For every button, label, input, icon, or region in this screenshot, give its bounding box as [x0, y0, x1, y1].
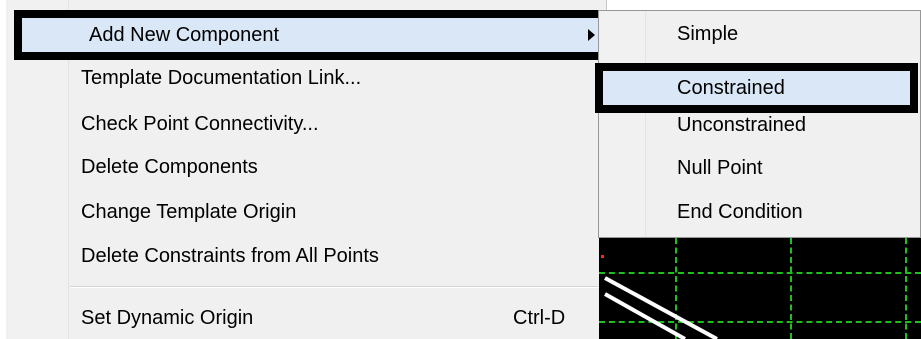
menu-item-template-documentation-link[interactable]: Template Documentation Link...: [6, 58, 606, 98]
context-menu: Add New Component Template Documentation…: [6, 0, 610, 339]
menu-item-label: Delete Constraints from All Points: [81, 244, 379, 267]
menu-item-shortcut: Ctrl-D: [513, 306, 566, 329]
menu-item-delete-components[interactable]: Delete Components: [6, 147, 606, 187]
menu-item-label: Template Documentation Link...: [81, 66, 362, 89]
template-canvas[interactable]: [599, 238, 921, 339]
submenu-item-label: Simple: [677, 22, 739, 45]
menu-separator: [70, 286, 606, 288]
menu-item-check-point-connectivity[interactable]: Check Point Connectivity...: [6, 104, 606, 144]
template-line: [604, 276, 718, 339]
submenu-item-unconstrained[interactable]: Unconstrained: [599, 105, 920, 145]
template-lines: [604, 276, 718, 339]
menu-item-label: Add New Component: [89, 23, 280, 46]
menu-item-set-dynamic-origin[interactable]: Set Dynamic Origin Ctrl-D: [6, 298, 606, 338]
menu-item-label: Change Template Origin: [81, 200, 297, 223]
menu-item-label: Set Dynamic Origin: [81, 306, 254, 329]
submenu-add-new-component: Simple Constrained Unconstrained Null Po…: [595, 10, 921, 238]
menu-item-add-new-component[interactable]: Add New Component: [14, 10, 610, 60]
menu-item-label: Check Point Connectivity...: [81, 112, 319, 135]
submenu-item-label: Null Point: [677, 156, 763, 179]
submenu-item-end-condition[interactable]: End Condition: [599, 192, 920, 232]
submenu-item-label: End Condition: [677, 200, 803, 223]
submenu-item-null-point[interactable]: Null Point: [599, 148, 920, 188]
submenu-arrow-icon: [588, 29, 595, 41]
submenu-item-label: Constrained: [677, 76, 785, 99]
submenu-item-simple[interactable]: Simple: [599, 14, 920, 54]
menu-item-change-template-origin[interactable]: Change Template Origin: [6, 192, 606, 232]
menu-item-delete-constraints[interactable]: Delete Constraints from All Points: [6, 236, 606, 276]
submenu-item-label: Unconstrained: [677, 113, 806, 136]
menu-item-label: Delete Components: [81, 155, 258, 178]
